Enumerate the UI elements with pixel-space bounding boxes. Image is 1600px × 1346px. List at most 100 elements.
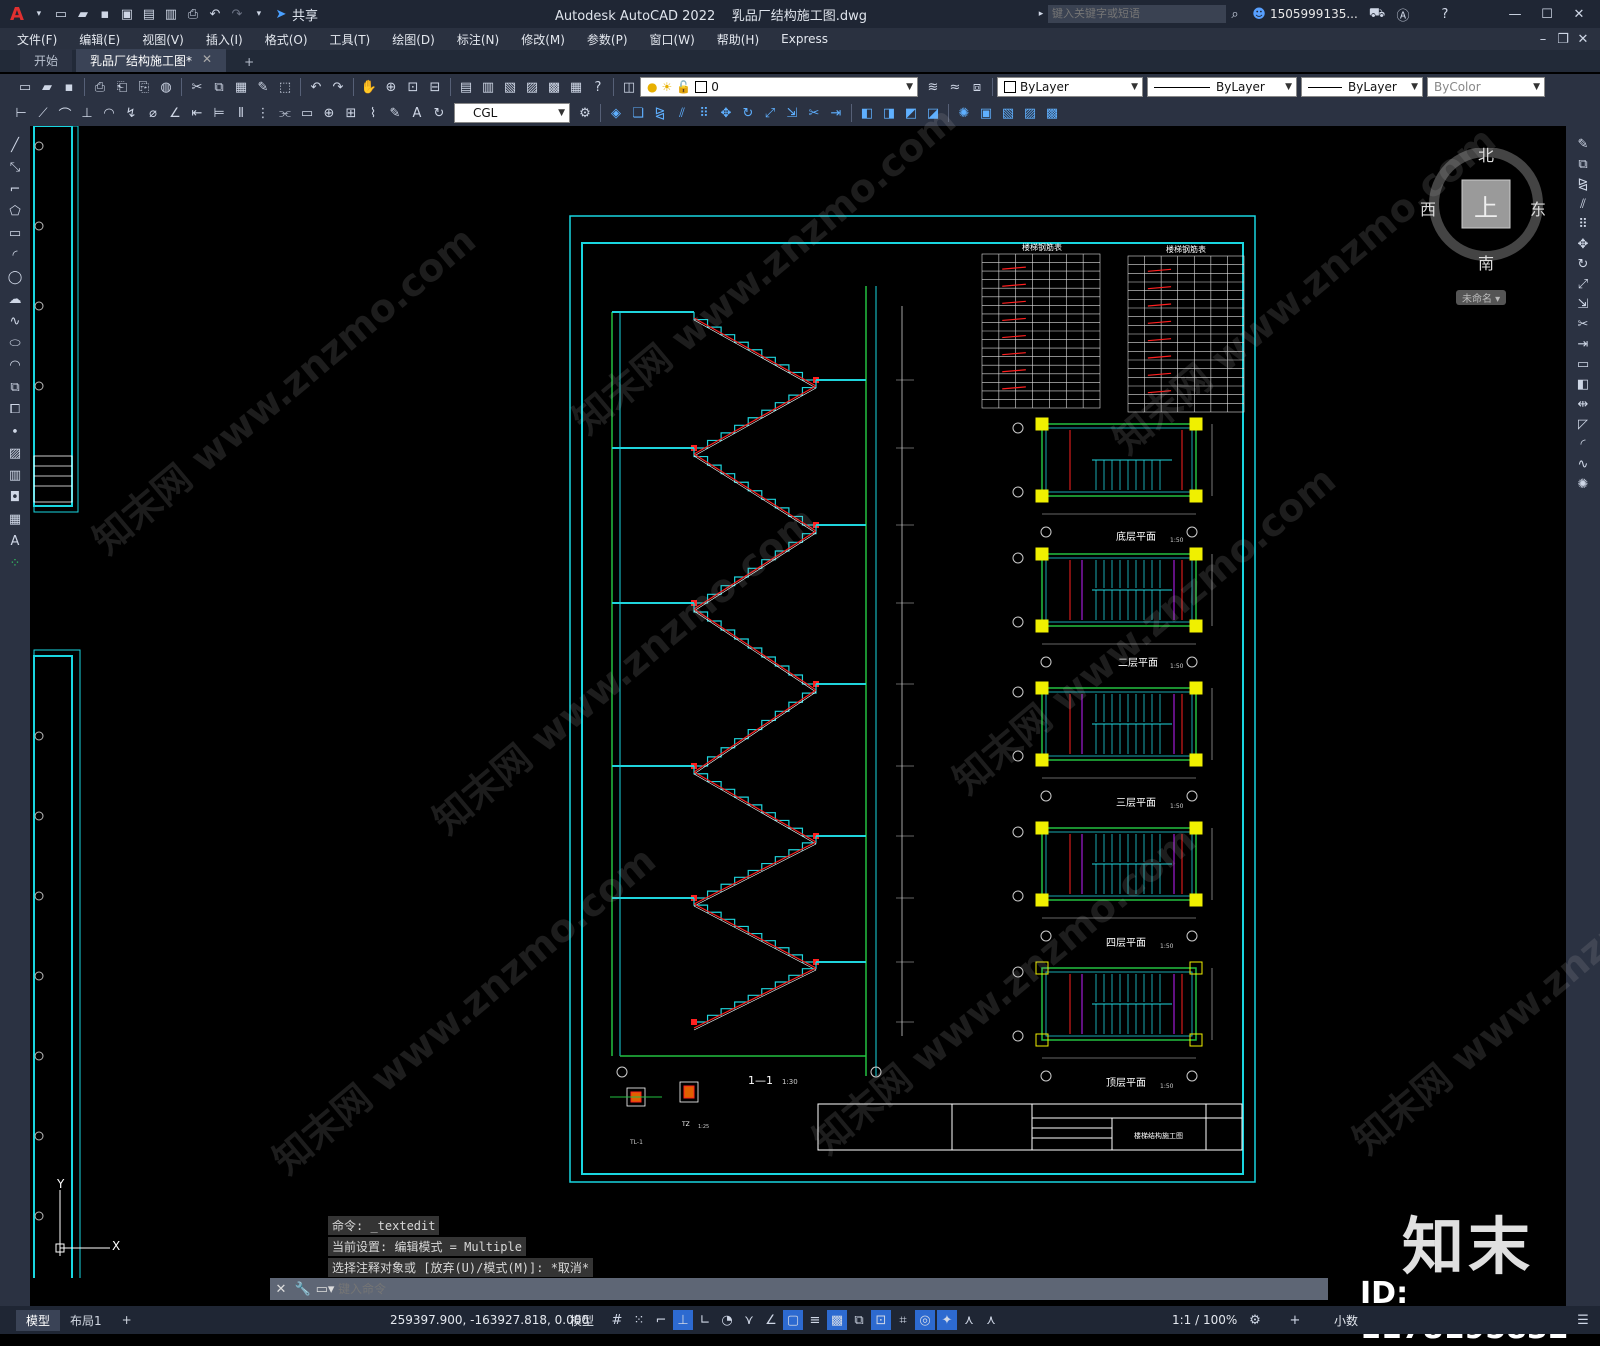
viewcube-top-face[interactable]: 上 bbox=[1474, 188, 1498, 223]
isodraft-icon[interactable]: ⋎ bbox=[739, 1310, 759, 1330]
doc-restore-icon[interactable]: ❐ bbox=[1553, 29, 1573, 49]
array-icon[interactable]: ⠿ bbox=[694, 103, 714, 123]
stretch-icon[interactable]: ⇲ bbox=[1573, 294, 1593, 314]
menu-file[interactable]: 文件(F) bbox=[6, 31, 68, 48]
menu-format[interactable]: 格式(O) bbox=[254, 31, 319, 48]
dim-aligned-icon[interactable]: ⟋ bbox=[33, 103, 53, 123]
copy-icon[interactable]: ⧉ bbox=[209, 77, 229, 97]
gradient-icon[interactable]: ▥ bbox=[5, 465, 25, 485]
menu-tools[interactable]: 工具(T) bbox=[319, 31, 382, 48]
snap-icon[interactable]: ⁙ bbox=[629, 1310, 649, 1330]
share-icon[interactable]: ➤ bbox=[271, 4, 291, 24]
share-button[interactable]: 共享 bbox=[292, 5, 318, 24]
group-icon[interactable]: ▧ bbox=[998, 103, 1018, 123]
cut-icon[interactable]: ✂ bbox=[187, 77, 207, 97]
color-dropdown[interactable]: ByLayer ▼ bbox=[997, 77, 1143, 97]
command-prompt-icon[interactable]: ▭▾ bbox=[315, 1279, 335, 1299]
explode-icon[interactable]: ✺ bbox=[954, 103, 974, 123]
zoom-previous-icon[interactable]: ⊟ bbox=[425, 77, 445, 97]
extend-icon[interactable]: ⇥ bbox=[826, 103, 846, 123]
tab-layout1[interactable]: 布局1 bbox=[60, 1310, 112, 1331]
menu-help[interactable]: 帮助(H) bbox=[706, 31, 770, 48]
qnew-icon[interactable]: ▭ bbox=[15, 77, 35, 97]
polyline-icon[interactable]: ⌐ bbox=[5, 179, 25, 199]
scale-icon[interactable]: ⤢ bbox=[760, 103, 780, 123]
center-mark-icon[interactable]: ⊕ bbox=[319, 103, 339, 123]
make-block-icon[interactable]: ⧠ bbox=[5, 399, 25, 419]
dim-radius-icon[interactable]: ◠ bbox=[99, 103, 119, 123]
polygon-icon[interactable]: ⬠ bbox=[5, 201, 25, 221]
customization-menu-icon[interactable]: ☰ bbox=[1573, 1310, 1593, 1330]
tab-close-icon[interactable]: ✕ bbox=[202, 52, 212, 69]
tab-model[interactable]: 模型 bbox=[16, 1309, 61, 1331]
selection-cycling-icon[interactable]: ⧉ bbox=[849, 1310, 869, 1330]
cart-icon[interactable]: ⛟ bbox=[1367, 4, 1387, 24]
plot-icon[interactable]: ⎙ bbox=[183, 4, 203, 24]
fillet-icon[interactable]: ◜ bbox=[1573, 434, 1593, 454]
zoom-realtime-icon[interactable]: ⊕ bbox=[381, 77, 401, 97]
offset-icon[interactable]: ⫽ bbox=[672, 103, 692, 123]
design-center-icon[interactable]: ▥ bbox=[478, 77, 498, 97]
minimize-icon[interactable]: — bbox=[1505, 4, 1525, 24]
layer-dropdown[interactable]: ● ☀ 🔓 0 ▼ bbox=[640, 77, 918, 97]
move-icon[interactable]: ✥ bbox=[716, 103, 736, 123]
explode-icon[interactable]: ✺ bbox=[1573, 474, 1593, 494]
save-as-icon[interactable]: ▣ bbox=[117, 4, 137, 24]
annotation-monitor-icon[interactable]: + bbox=[1285, 1310, 1305, 1330]
help-icon[interactable]: ? bbox=[588, 77, 608, 97]
layer-states-icon[interactable]: ⧈ bbox=[967, 77, 987, 97]
undo-icon[interactable]: ↶ bbox=[205, 4, 225, 24]
zoom-window-icon[interactable]: ⊡ bbox=[403, 77, 423, 97]
dim-angular-icon[interactable]: ∠ bbox=[165, 103, 185, 123]
grid-icon[interactable]: # bbox=[607, 1310, 627, 1330]
ellipse-arc-icon[interactable]: ◠ bbox=[5, 355, 25, 375]
point-icon[interactable]: ∙ bbox=[5, 421, 25, 441]
table-icon[interactable]: ▦ bbox=[5, 509, 25, 529]
ellipse-icon[interactable]: ⬭ bbox=[5, 333, 25, 353]
line-icon[interactable]: ╱ bbox=[5, 135, 25, 155]
layer-manager-icon[interactable]: ◫ bbox=[619, 77, 639, 97]
compass-east[interactable]: 东 bbox=[1530, 196, 1546, 220]
new-tab-button[interactable]: + bbox=[230, 52, 268, 72]
stretch-icon[interactable]: ⇲ bbox=[782, 103, 802, 123]
coordinates-readout[interactable]: 259397.900, -163927.818, 0.000 bbox=[390, 1313, 589, 1327]
dim-update-icon[interactable]: ↻ bbox=[429, 103, 449, 123]
menu-parametric[interactable]: 参数(P) bbox=[576, 31, 639, 48]
object-snap-tracking-icon[interactable]: ∠ bbox=[761, 1310, 781, 1330]
publish-icon[interactable]: ⎘ bbox=[134, 77, 154, 97]
polar-icon[interactable]: ◔ bbox=[717, 1310, 737, 1330]
linetype-dropdown[interactable]: ByLayer ▼ bbox=[1147, 77, 1297, 97]
draworder-icon[interactable]: ▩ bbox=[1042, 103, 1062, 123]
gizmo-icon[interactable]: ✦ bbox=[937, 1310, 957, 1330]
search-input[interactable] bbox=[1048, 5, 1226, 23]
3d-osnap-icon[interactable]: ⊡ bbox=[871, 1310, 891, 1330]
annotation-scale[interactable]: 1:1 / 100% bbox=[1172, 1313, 1237, 1327]
lineweight-icon[interactable]: ≡ bbox=[805, 1310, 825, 1330]
properties-match-icon[interactable]: ▣ bbox=[976, 103, 996, 123]
dynamic-ucs-icon[interactable]: ⌗ bbox=[893, 1310, 913, 1330]
autoscale-icon[interactable]: ⋏ bbox=[981, 1310, 1001, 1330]
paste-icon[interactable]: ▦ bbox=[231, 77, 251, 97]
model-space-toggle[interactable]: 模型 bbox=[570, 1312, 594, 1329]
doc-minimize-icon[interactable]: – bbox=[1533, 29, 1553, 49]
infer-constraints-icon[interactable]: ⌐ bbox=[651, 1310, 671, 1330]
scale-icon[interactable]: ⤢ bbox=[1573, 274, 1593, 294]
menu-window[interactable]: 窗口(W) bbox=[639, 31, 706, 48]
block-editor-icon[interactable]: ⬚ bbox=[275, 77, 295, 97]
command-customize-icon[interactable]: 🔧 bbox=[293, 1279, 313, 1299]
save-icon[interactable]: ▪ bbox=[59, 77, 79, 97]
mtext-icon[interactable]: A bbox=[5, 531, 25, 551]
tab-start[interactable]: 开始 bbox=[20, 49, 73, 72]
dim-baseline-icon[interactable]: ⊨ bbox=[209, 103, 229, 123]
markup-icon[interactable]: ▩ bbox=[544, 77, 564, 97]
join-icon[interactable]: ◨ bbox=[879, 103, 899, 123]
dimstyle-manager-icon[interactable]: ⚙ bbox=[575, 103, 595, 123]
compass-south[interactable]: 南 bbox=[1478, 250, 1494, 274]
break-icon[interactable]: ◧ bbox=[1573, 374, 1593, 394]
preview-icon[interactable]: ⎗ bbox=[112, 77, 132, 97]
insert-block-icon[interactable]: ⧉ bbox=[5, 377, 25, 397]
matchprop-icon[interactable]: ✎ bbox=[253, 77, 273, 97]
menu-draw[interactable]: 绘图(D) bbox=[381, 31, 446, 48]
plot-icon[interactable]: ⎙ bbox=[90, 77, 110, 97]
trim-icon[interactable]: ✂ bbox=[804, 103, 824, 123]
